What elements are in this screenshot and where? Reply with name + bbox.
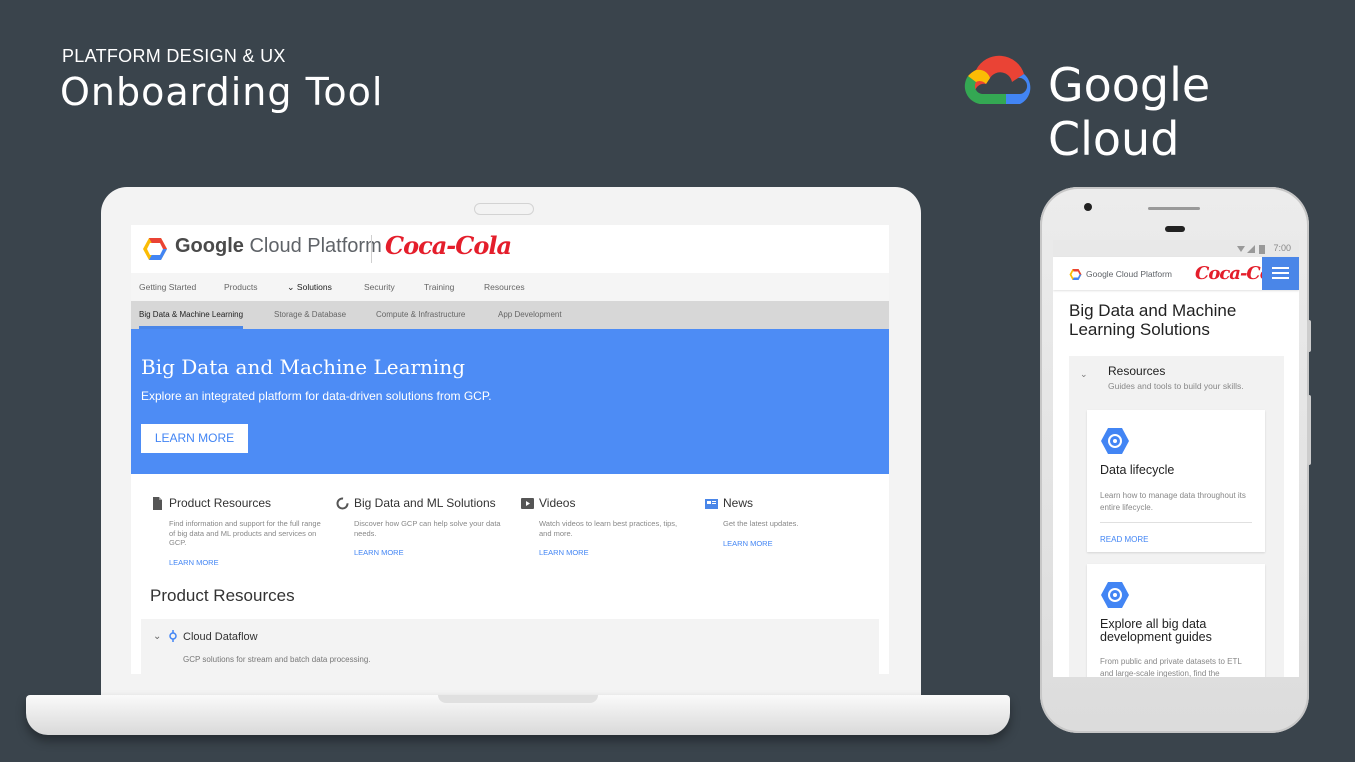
desktop-topbar: Google Cloud Platform Coca-Cola — [131, 225, 889, 273]
gcp-hexagon-logo-icon[interactable] — [1069, 268, 1082, 281]
accordion-cloud-dataflow[interactable]: ⌄ Cloud Dataflow GCP solutions for strea… — [141, 619, 879, 674]
nav-solutions-label: Solutions — [296, 282, 332, 292]
document-icon — [153, 497, 162, 510]
nav-solutions[interactable]: ⌄ Solutions — [287, 282, 332, 293]
hero-banner: Big Data and Machine Learning Explore an… — [131, 329, 889, 474]
hexagon-product-icon — [1101, 428, 1129, 454]
tab-storage-database[interactable]: Storage & Database — [274, 310, 346, 319]
feature-title: Product Resources — [169, 496, 272, 510]
feature-desc: Watch videos to learn best practices, ti… — [539, 519, 678, 538]
gcp-wordmark[interactable]: Google Cloud Platform — [175, 235, 382, 258]
chevron-down-icon[interactable]: ⌄ — [153, 631, 161, 642]
google-cloud-wordmark: Google Cloud — [1048, 58, 1211, 166]
feature-desc: Find information and support for the ful… — [169, 519, 321, 547]
phone-button — [1307, 395, 1311, 465]
feature-title: Big Data and ML Solutions — [354, 496, 496, 510]
feature-title: Videos — [539, 496, 576, 510]
nav-resources[interactable]: Resources — [484, 282, 525, 292]
card-data-lifecycle[interactable]: Data lifecycle Learn how to manage data … — [1087, 410, 1265, 552]
nav-security[interactable]: Security — [364, 282, 395, 292]
nav-getting-started[interactable]: Getting Started — [139, 282, 196, 292]
hero-subtitle: Explore an integrated platform for data-… — [141, 389, 492, 403]
accordion-desc: GCP solutions for stream and batch data … — [183, 655, 371, 664]
card-title: Data lifecycle — [1100, 463, 1175, 477]
news-icon — [705, 499, 718, 509]
hamburger-icon — [1272, 277, 1289, 279]
mobile-page-title: Big Data and Machine Learning Solutions — [1069, 301, 1237, 339]
hero-title: Big Data and Machine Learning — [141, 355, 466, 379]
card-divider — [1100, 522, 1252, 523]
phone-sensor — [1165, 226, 1185, 232]
feature-desc: Discover how GCP can help solve your dat… — [354, 519, 501, 538]
gcp-hexagon-logo-icon[interactable] — [142, 236, 168, 262]
read-more-link[interactable]: READ MORE — [1100, 535, 1148, 544]
card-desc: Learn how to manage data throughout its … — [1100, 491, 1246, 512]
feature-learn-more-link[interactable]: LEARN MORE — [354, 548, 404, 557]
chevron-down-icon[interactable]: ⌄ — [1080, 369, 1088, 380]
card-desc: From public and private datasets to ETL … — [1100, 657, 1242, 677]
main-nav: Getting Started Products ⌄ Solutions Sec… — [131, 273, 889, 301]
hamburger-icon — [1272, 267, 1289, 269]
tab-compute-infrastructure[interactable]: Compute & Infrastructure — [376, 310, 465, 319]
mobile-screen: 7:00 Google Cloud Platform Coca-Cola Big… — [1053, 240, 1299, 677]
gcp-wordmark[interactable]: Google Cloud Platform — [1086, 269, 1172, 279]
brand-divider — [371, 235, 372, 263]
card-title: Explore all big data development guides — [1100, 617, 1212, 644]
sub-nav: Big Data & Machine Learning Storage & Da… — [131, 301, 889, 329]
feature-learn-more-link[interactable]: LEARN MORE — [169, 558, 219, 567]
google-cloud-logo-icon — [964, 55, 1031, 104]
accordion-title: Cloud Dataflow — [183, 631, 258, 643]
feature-learn-more-link[interactable]: LEARN MORE — [539, 548, 589, 557]
coca-cola-logo: Coca-Cola — [385, 231, 512, 260]
feature-learn-more-link[interactable]: LEARN MORE — [723, 539, 773, 548]
status-bar: 7:00 — [1053, 240, 1299, 257]
phone-button — [1307, 320, 1311, 352]
page-title: Onboarding Tool — [60, 70, 384, 114]
section-title: Product Resources — [150, 586, 295, 605]
phone-camera — [1084, 203, 1092, 211]
status-time: 7:00 — [1273, 243, 1291, 253]
laptop-notch — [438, 695, 598, 703]
nav-training[interactable]: Training — [424, 282, 454, 292]
mobile-topbar: Google Cloud Platform Coca-Cola — [1053, 257, 1299, 290]
tab-app-development[interactable]: App Development — [498, 310, 562, 319]
card-explore-guides[interactable]: Explore all big data development guides … — [1087, 564, 1265, 677]
nav-products[interactable]: Products — [224, 282, 258, 292]
learn-more-button[interactable]: LEARN MORE — [141, 424, 248, 453]
gcp-wordmark-google: Google — [175, 235, 244, 257]
gcp-wordmark-rest: Cloud Platform — [243, 235, 382, 257]
hexagon-product-icon — [1101, 582, 1129, 608]
resources-subtitle: Guides and tools to build your skills. — [1108, 381, 1244, 391]
feature-desc: Get the latest updates. — [723, 519, 799, 528]
resources-title[interactable]: Resources — [1108, 364, 1165, 378]
feature-title: News — [723, 496, 754, 510]
loop-icon — [336, 497, 349, 510]
laptop-camera — [474, 203, 534, 215]
hamburger-icon — [1272, 272, 1289, 274]
dataflow-icon — [169, 630, 177, 642]
desktop-screen: Google Cloud Platform Coca-Cola Getting … — [131, 225, 889, 674]
phone-speaker — [1148, 207, 1200, 210]
page-kicker: PLATFORM DESIGN & UX — [62, 46, 286, 66]
menu-button[interactable] — [1262, 257, 1299, 290]
chevron-down-icon: ⌄ — [287, 282, 295, 292]
video-icon — [521, 498, 534, 509]
resources-panel: ⌄ Resources Guides and tools to build yo… — [1069, 356, 1284, 677]
signal-battery-icon — [1237, 245, 1265, 254]
tab-big-data-ml[interactable]: Big Data & Machine Learning — [139, 310, 243, 319]
